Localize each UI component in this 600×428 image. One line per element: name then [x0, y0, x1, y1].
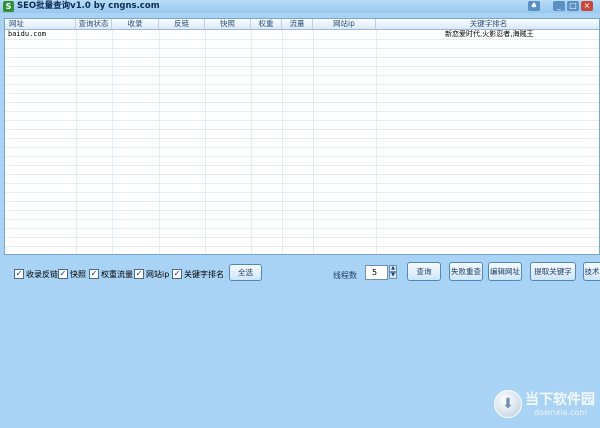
select-all-button[interactable]: 全选 [229, 264, 262, 281]
col-weight[interactable]: 权重 [251, 19, 282, 29]
threads-stepper[interactable]: ▲ ▼ [389, 265, 397, 280]
extract-keywords-button[interactable]: 提取关键字 [530, 262, 576, 281]
checkbox-mark[interactable]: ✓ [89, 269, 99, 279]
watermark: ⬇ 当下软件园 downxia.com [494, 386, 598, 426]
col-keywords[interactable]: 关键字排名 [376, 19, 599, 29]
col-ip[interactable]: 网站ip [313, 19, 376, 29]
retry-failed-button[interactable]: 失败重查 [449, 262, 483, 281]
threads-input[interactable]: 5 [365, 265, 388, 280]
col-url[interactable]: 网址 [5, 19, 76, 29]
stepper-down-icon[interactable]: ▼ [389, 272, 397, 279]
grid-lines [5, 30, 599, 254]
tech-button[interactable]: 技术 [583, 262, 600, 281]
results-grid[interactable]: 网址 查询状态 收录 反链 快照 权重 流量 网站ip 关键字排名 baidu.… [4, 18, 600, 255]
download-arrow-icon: ⬇ [494, 390, 522, 418]
checkbox-mark[interactable]: ✓ [14, 269, 24, 279]
checkbox-site-ip[interactable]: ✓ 网站ip [134, 268, 169, 280]
checkbox-mark[interactable]: ✓ [58, 269, 68, 279]
grid-header: 网址 查询状态 收录 反链 快照 权重 流量 网站ip 关键字排名 [5, 19, 599, 30]
close-button[interactable]: × [581, 1, 593, 11]
minimize-button[interactable]: _ [553, 1, 565, 11]
watermark-domain: downxia.com [534, 408, 588, 417]
cell-url: baidu.com [8, 30, 46, 38]
query-button[interactable]: 查询 [407, 262, 441, 281]
checkbox-label: 网站ip [146, 269, 170, 279]
threads-label: 线程数 [333, 271, 357, 280]
checkbox-keyword-rank[interactable]: ✓ 关键字排名 [172, 268, 224, 280]
checkbox-snapshot[interactable]: ✓ 快照 [58, 268, 86, 280]
edit-urls-button[interactable]: 编辑网址 [488, 262, 522, 281]
col-index[interactable]: 收录 [112, 19, 159, 29]
col-status[interactable]: 查询状态 [76, 19, 112, 29]
checkbox-label: 收录反链 [26, 269, 58, 279]
watermark-name: 当下软件园 [525, 392, 595, 408]
checkbox-label: 关键字排名 [184, 269, 224, 279]
checkbox-label: 快照 [70, 269, 86, 279]
col-traffic[interactable]: 流量 [282, 19, 313, 29]
cell-keywords: 新恋爱时代,火影忍者,海贼王 [445, 30, 534, 38]
maximize-button[interactable]: □ [567, 1, 579, 11]
checkbox-index-backlinks[interactable]: ✓ 收录反链 [14, 268, 58, 280]
checkbox-mark[interactable]: ✓ [172, 269, 182, 279]
checkbox-label: 权重流量 [101, 269, 133, 279]
table-row[interactable]: baidu.com 新恋爱时代,火影忍者,海贼王 [5, 30, 599, 39]
col-snapshot[interactable]: 快照 [205, 19, 251, 29]
checkbox-weight-traffic[interactable]: ✓ 权重流量 [89, 268, 133, 280]
app-logo-icon: S [3, 1, 14, 12]
pin-icon[interactable]: ♠ [528, 1, 540, 11]
stepper-up-icon[interactable]: ▲ [389, 265, 397, 272]
window-title: SEO批量查询v1.0 by cngns.com [17, 1, 160, 11]
checkbox-mark[interactable]: ✓ [134, 269, 144, 279]
title-bar: S SEO批量查询v1.0 by cngns.com ♠ _ □ × [0, 0, 600, 13]
col-backlinks[interactable]: 反链 [159, 19, 205, 29]
